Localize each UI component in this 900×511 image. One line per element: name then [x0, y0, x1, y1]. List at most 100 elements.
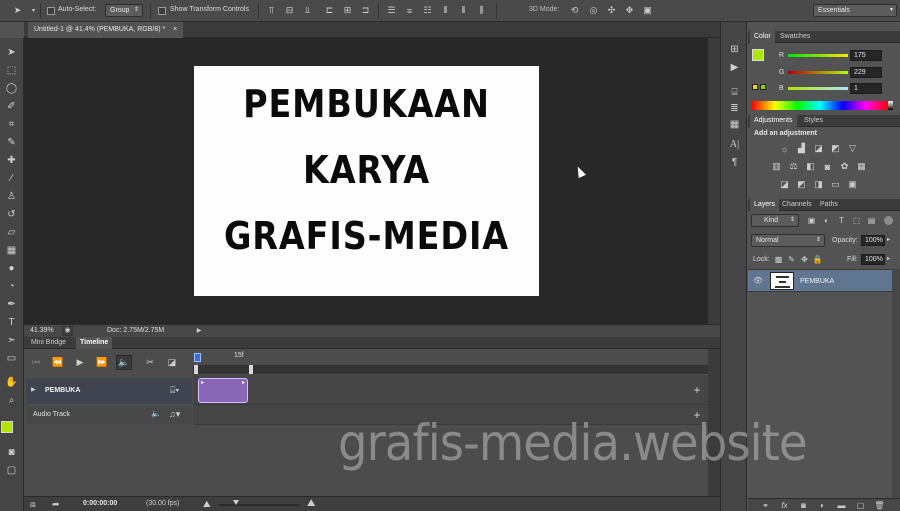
timeline-ruler[interactable]: 15f [193, 351, 708, 365]
tab-layers[interactable]: Layers [750, 199, 780, 211]
lock-transparent-icon[interactable]: ▩ [773, 254, 784, 265]
next-frame-icon[interactable]: ⏩ [94, 355, 110, 370]
brush-presets-icon[interactable]: ≣ [727, 102, 742, 115]
channel-g-value[interactable]: 229 [850, 67, 882, 78]
distribute-bottom-icon[interactable]: ☷ [422, 5, 433, 16]
channel-r-slider[interactable] [788, 54, 848, 57]
zoom-icon[interactable]: ⌕ [3, 392, 20, 408]
channel-b-value[interactable]: 1 [850, 83, 882, 94]
lasso-icon[interactable]: ◯ [3, 80, 20, 96]
audio-note-icon[interactable]: ♫▾ [169, 409, 180, 420]
clip-menu-icon[interactable]: ▸ [242, 379, 245, 386]
dodge-icon[interactable]: ◔ [3, 278, 20, 294]
actions-panel-icon[interactable]: ▶ [727, 61, 742, 74]
web-safe-icon[interactable] [760, 84, 766, 90]
close-icon[interactable]: × [173, 26, 177, 33]
channel-r-value[interactable]: 175 [850, 50, 882, 61]
healing-brush-icon[interactable]: ✚ [3, 152, 20, 168]
video-clip[interactable]: ▸ ▸ [198, 378, 248, 403]
distribute-hcenter-icon[interactable]: ⦀ [458, 5, 469, 16]
timeline-zoom-slider[interactable] [219, 504, 299, 506]
zoom-level[interactable]: 41.39% [30, 325, 54, 337]
align-hcenter-icon[interactable]: ⊞ [342, 5, 353, 16]
exposure-icon[interactable]: ◩ [829, 143, 842, 154]
3d-slide-icon[interactable]: ✥ [624, 5, 635, 16]
pen-icon[interactable]: ✒ [3, 296, 20, 312]
character-panel-icon[interactable]: A| [727, 138, 742, 151]
blur-icon[interactable]: ● [3, 260, 20, 276]
work-area-bar[interactable] [193, 365, 708, 374]
layer-style-icon[interactable]: fx [779, 500, 790, 511]
channel-g-slider[interactable] [788, 71, 848, 74]
color-lookup-icon[interactable]: ▦ [855, 161, 868, 172]
color-foreground-swatch[interactable] [752, 49, 764, 61]
work-area-end-handle[interactable] [249, 365, 253, 374]
gradient-icon[interactable]: ▦ [3, 242, 20, 258]
layers-scrollbar[interactable] [892, 269, 900, 499]
black-white-ramp[interactable] [888, 101, 893, 110]
new-adjustment-icon[interactable]: ◐ [817, 500, 828, 511]
brightness-contrast-icon[interactable]: ☼ [778, 143, 791, 154]
hue-saturation-icon[interactable]: ▥ [770, 161, 783, 172]
opacity-caret-icon[interactable]: ▸ [887, 236, 890, 243]
move-icon[interactable]: ➤ [3, 44, 20, 60]
timeline-zoom-thumb[interactable] [233, 500, 239, 505]
transform-controls-checkbox[interactable] [158, 7, 166, 15]
curves-icon[interactable]: ◪ [812, 143, 825, 154]
filter-smart-object-icon[interactable]: ▤ [866, 215, 877, 226]
selective-color-icon[interactable]: ▣ [846, 179, 859, 190]
expand-track-icon[interactable]: ▶ [31, 386, 36, 393]
track-header-pembuka[interactable]: ▶ PEMBUKA ⌸▾ [26, 378, 192, 404]
lock-position-icon[interactable]: ✥ [799, 254, 810, 265]
tab-styles[interactable]: Styles [800, 115, 827, 127]
out-of-gamut-icon[interactable] [752, 84, 758, 90]
paragraph-panel-icon[interactable]: ¶ [727, 156, 742, 169]
lock-pixels-icon[interactable]: ✎ [786, 254, 797, 265]
opacity-value[interactable]: 100% [861, 235, 885, 246]
3d-scale-icon[interactable]: ▣ [642, 5, 653, 16]
fill-value[interactable]: 100% [861, 254, 885, 265]
rectangle-icon[interactable]: ▭ [3, 350, 20, 366]
distribute-right-icon[interactable]: ⫼ [476, 5, 487, 16]
3d-roll-icon[interactable]: ◎ [588, 5, 599, 16]
posterize-icon[interactable]: ◩ [795, 179, 808, 190]
lock-all-icon[interactable]: 🔒 [812, 254, 823, 265]
work-area-start-handle[interactable] [194, 365, 198, 374]
zoom-in-icon[interactable]: ⛰ [307, 497, 315, 511]
delete-layer-icon[interactable]: 🗑 [874, 500, 885, 511]
add-mask-icon[interactable]: ◙ [798, 500, 809, 511]
photo-filter-icon[interactable]: ◙ [821, 161, 834, 172]
crop-icon[interactable]: ⌗ [3, 116, 20, 132]
tab-mini-bridge[interactable]: Mini Bridge [27, 337, 70, 349]
filter-adjustment-icon[interactable]: ◐ [821, 215, 832, 226]
tab-color[interactable]: Color [750, 31, 775, 43]
artboard[interactable]: PEMBUKAAN KARYA GRAFIS-MEDIA [194, 66, 539, 296]
levels-icon[interactable]: ▟ [795, 143, 808, 154]
vibrance-icon[interactable]: ▽ [846, 143, 859, 154]
layer-filter-dropdown[interactable]: Kind ⇕ [751, 214, 799, 227]
track-header-audio[interactable]: Audio Track 🔈 ♫▾ [26, 406, 192, 424]
hand-icon[interactable]: ✋ [3, 374, 20, 390]
channel-b-slider[interactable] [788, 87, 848, 90]
color-balance-icon[interactable]: ⚖ [787, 161, 800, 172]
filter-toggle[interactable] [884, 216, 893, 225]
tool-presets-icon[interactable]: ⌸ [727, 86, 742, 99]
channel-mixer-icon[interactable]: ✿ [838, 161, 851, 172]
document-tab[interactable]: Untitled-1 @ 41.4% (PEMBUKA, RGB/8) * × [28, 22, 184, 38]
frame-animation-icon[interactable]: ⧈ [30, 497, 36, 511]
mute-audio-icon[interactable]: 🔈 [151, 409, 161, 418]
gradient-map-icon[interactable]: ▭ [829, 179, 842, 190]
new-layer-icon[interactable]: ▢ [855, 500, 866, 511]
layer-row[interactable]: 👁 PEMBUKA [748, 269, 892, 292]
foreground-color-swatch[interactable] [1, 421, 13, 433]
align-bottom-icon[interactable]: ⫫ [302, 5, 313, 16]
go-to-first-frame-icon[interactable]: ⏮ [28, 355, 44, 370]
distribute-top-icon[interactable]: ☰ [386, 5, 397, 16]
auto-select-checkbox[interactable] [47, 7, 55, 15]
align-top-icon[interactable]: ⫪ [266, 5, 277, 16]
threshold-icon[interactable]: ◨ [812, 179, 825, 190]
render-video-icon[interactable]: ➦ [52, 497, 60, 511]
brush-icon[interactable]: ∕ [3, 170, 20, 186]
filter-shape-icon[interactable]: ⬚ [851, 215, 862, 226]
invert-icon[interactable]: ◪ [778, 179, 791, 190]
